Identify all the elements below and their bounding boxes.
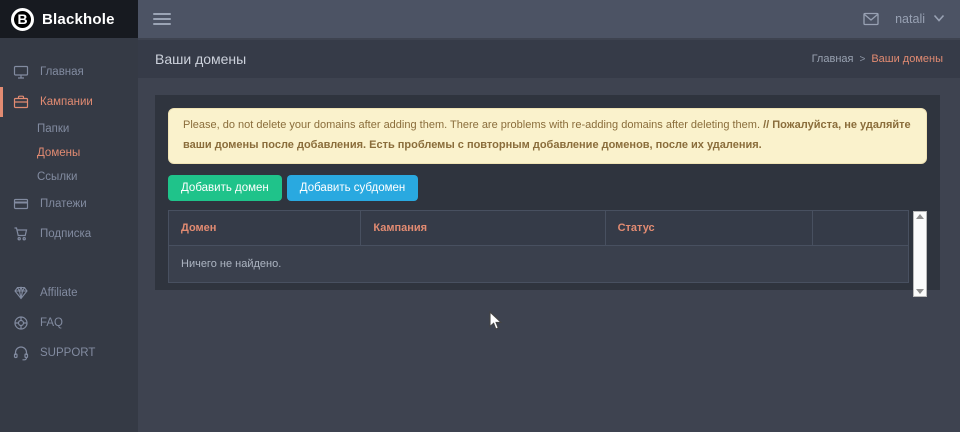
briefcase-icon: [13, 94, 29, 110]
sidebar-item-glavnaya[interactable]: Главная: [0, 57, 138, 87]
breadcrumb: Главная > Ваши домены: [812, 53, 943, 65]
topbar: natali: [138, 0, 960, 38]
page-header: Ваши домены Главная > Ваши домены: [138, 40, 960, 78]
column-header-1[interactable]: Домен: [169, 210, 361, 245]
sidebar-item-podpiska[interactable]: Подписка: [0, 219, 138, 249]
warning-alert: Please, do not delete your domains after…: [168, 108, 927, 164]
breadcrumb-separator: >: [859, 54, 865, 65]
page-title: Ваши домены: [155, 51, 246, 67]
sidebar-item-label: Ссылки: [37, 171, 78, 183]
sidebar-item-label: FAQ: [40, 317, 63, 329]
domains-table-zone: ДоменКампанияСтатус Ничего не найдено.: [168, 210, 927, 298]
sidebar-nav: Главная Кампании Папки Домены Ссылки Платежи П…: [0, 38, 138, 368]
domains-table: ДоменКампанияСтатус Ничего не найдено.: [168, 210, 909, 283]
column-header-empty: [812, 210, 908, 245]
scroll-up-icon[interactable]: [916, 214, 924, 219]
sidebar: B Blackhole Главная Кампании Папки Домены Сс…: [0, 0, 138, 432]
column-header-2[interactable]: Кампания: [361, 210, 605, 245]
brand-logo-icon: B: [11, 8, 34, 31]
messages-icon[interactable]: [863, 12, 879, 26]
cart-icon: [13, 226, 29, 242]
sidebar-item-domeny[interactable]: Домены: [0, 141, 138, 165]
user-menu[interactable]: natali: [895, 12, 945, 26]
credit-card-icon: [13, 196, 29, 212]
empty-message: Ничего не найдено.: [169, 245, 909, 282]
sidebar-item-affiliate[interactable]: Affiliate: [0, 278, 138, 308]
sidebar-item-label: Папки: [37, 123, 69, 135]
column-header-3[interactable]: Статус: [605, 210, 812, 245]
table-scrollbar[interactable]: [913, 211, 927, 297]
breadcrumb-home[interactable]: Главная: [812, 53, 854, 65]
gem-icon: [13, 285, 29, 301]
breadcrumb-current: Ваши домены: [871, 53, 943, 65]
sidebar-item-label: Домены: [37, 147, 80, 159]
table-row: Ничего не найдено.: [169, 245, 909, 282]
username: natali: [895, 12, 925, 26]
main-area: natali Ваши домены Главная > Ваши домены…: [138, 0, 960, 432]
sidebar-item-label: Affiliate: [40, 287, 78, 299]
table-header-row: ДоменКампанияСтатус: [169, 210, 909, 245]
menu-toggle-icon[interactable]: [153, 10, 171, 28]
sidebar-item-support[interactable]: SUPPORT: [0, 338, 138, 368]
add-domain-button[interactable]: Добавить домен: [168, 175, 282, 201]
sidebar-item-kampanii[interactable]: Кампании: [0, 87, 138, 117]
brand-name: Blackhole: [42, 11, 115, 28]
lifebuoy-icon: [13, 315, 29, 331]
headset-icon: [13, 345, 29, 361]
sidebar-item-ssylki[interactable]: Ссылки: [0, 165, 138, 189]
scroll-down-icon[interactable]: [916, 289, 924, 294]
sidebar-item-label: Платежи: [40, 198, 87, 210]
brand-logo[interactable]: B Blackhole: [0, 0, 138, 38]
domains-panel: Please, do not delete your domains after…: [155, 95, 940, 290]
chevron-down-icon: [933, 12, 945, 26]
sidebar-item-papki[interactable]: Папки: [0, 117, 138, 141]
sidebar-item-label: SUPPORT: [40, 347, 95, 359]
sidebar-item-faq[interactable]: FAQ: [0, 308, 138, 338]
sidebar-item-label: Кампании: [40, 96, 93, 108]
sidebar-item-platezhi[interactable]: Платежи: [0, 189, 138, 219]
alert-text-en: Please, do not delete your domains after…: [183, 119, 763, 131]
add-subdomain-button[interactable]: Добавить субдомен: [287, 175, 418, 201]
sidebar-item-label: Главная: [40, 66, 84, 78]
sidebar-item-label: Подписка: [40, 228, 91, 240]
monitor-icon: [13, 64, 29, 80]
